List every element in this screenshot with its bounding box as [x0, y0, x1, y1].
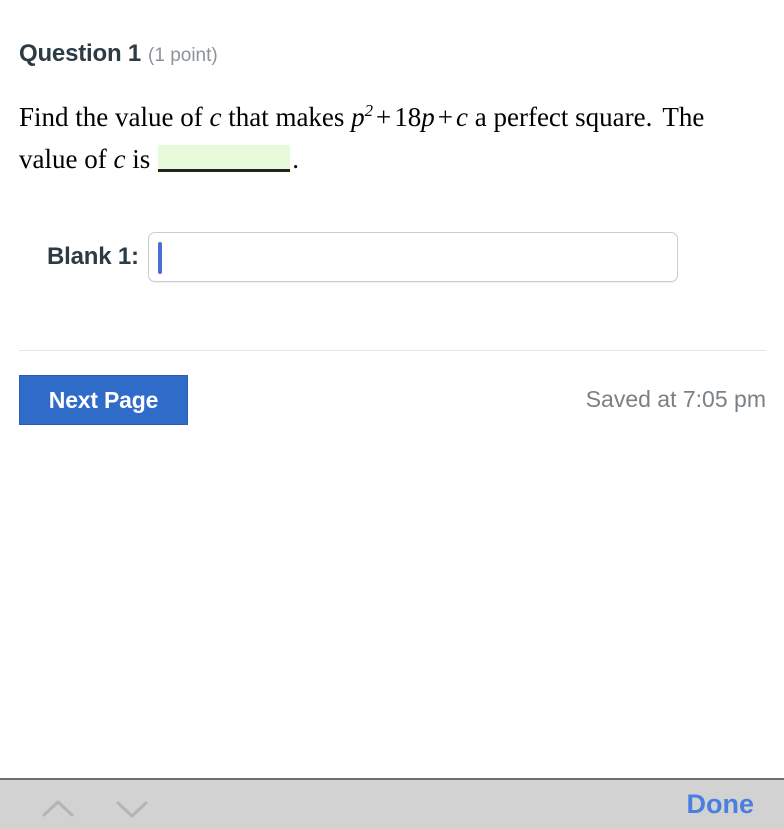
prompt-variable-c-first: c — [209, 102, 222, 132]
page-title: Question 1 — [19, 40, 142, 67]
prompt-lead: Find the value of — [19, 102, 203, 132]
math-base-p: p — [351, 102, 365, 132]
math-plus-1: + — [376, 102, 392, 132]
footer-divider — [19, 350, 766, 351]
math-expression: p2 +18p + c — [351, 102, 468, 132]
inline-answer-blank[interactable] — [158, 145, 291, 172]
math-exponent-2: 2 — [364, 101, 374, 120]
blank-1-input[interactable] — [147, 232, 678, 282]
done-button[interactable]: Done — [687, 789, 755, 820]
keyboard-accessory-bar: Done — [0, 778, 784, 829]
math-variable-p: p — [421, 102, 435, 132]
math-constant-c: c — [456, 102, 468, 132]
chevron-up-icon[interactable] — [36, 794, 80, 824]
blank-1-label: Blank 1: — [47, 243, 139, 270]
blank-answer-row: Blank 1: — [47, 232, 678, 282]
prompt-tail: a perfect square. — [474, 102, 653, 132]
math-plus-2: + — [437, 102, 454, 132]
math-coefficient-18: 18 — [394, 102, 422, 132]
text-caret — [157, 242, 162, 274]
prompt-mid: that makes — [228, 102, 345, 132]
prompt-second-line-b: is — [132, 144, 151, 174]
question-prompt: Find the value of c that makes p2 +18p + c … — [19, 96, 767, 180]
prompt-variable-c-second: c — [113, 144, 126, 174]
chevron-down-icon[interactable] — [110, 794, 154, 824]
question-header: Question 1 (1 point) — [19, 40, 218, 68]
saved-status: Saved at 7:05 pm — [585, 386, 766, 412]
quiz-question-panel: Question 1 (1 point) Find the value of c … — [0, 0, 784, 778]
prompt-period: . — [292, 144, 299, 174]
question-points: (1 point) — [148, 45, 218, 66]
next-page-button[interactable]: Next Page — [19, 375, 188, 425]
